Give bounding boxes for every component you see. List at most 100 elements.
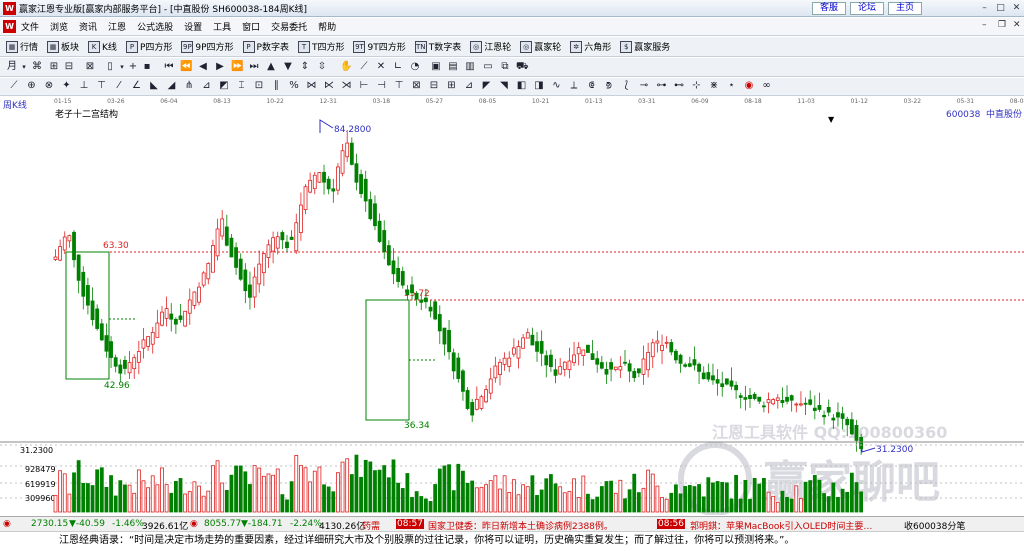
cycle-tool-37-icon[interactable]: ⊶ <box>656 80 668 92</box>
mdi-minimize-icon[interactable]: – <box>982 20 987 30</box>
toolbar-item-8[interactable]: TN T数字表 <box>414 40 461 53</box>
next-icon[interactable]: ▶ <box>214 61 226 73</box>
cycle-tool-3-icon[interactable]: ✦ <box>61 80 73 92</box>
cycle-tool-6-icon[interactable]: ⁄ <box>113 80 125 92</box>
prev-page-icon[interactable]: ⏪ <box>180 61 192 73</box>
zoom-out-icon[interactable]: ▪ <box>141 61 153 73</box>
cycle-tool-17-icon[interactable]: ⋈ <box>306 80 318 92</box>
cycle-tool-12-icon[interactable]: ◩ <box>218 80 230 92</box>
service-link[interactable]: 客服 <box>812 2 846 15</box>
draw-box-icon[interactable]: ▣ <box>430 61 442 73</box>
toolbar-item-10[interactable]: ◎ 赢家轮 <box>520 40 561 53</box>
cycle-tool-11-icon[interactable]: ⊿ <box>201 80 213 92</box>
hand-icon[interactable]: ✋ <box>340 61 352 73</box>
cycle-tool-43-icon[interactable]: ∞ <box>761 80 773 92</box>
draw-line-icon[interactable]: ⟋ <box>358 61 370 73</box>
toolbar-item-2[interactable]: K K线 <box>88 40 117 53</box>
cycle-tool-42-icon[interactable]: ◉ <box>743 80 755 92</box>
cycle-tool-33-icon[interactable]: ⟃ <box>586 80 598 92</box>
cycle-tool-27-icon[interactable]: ◤ <box>481 80 493 92</box>
cycle-tool-10-icon[interactable]: ⋔ <box>183 80 195 92</box>
monitor-icon[interactable]: ▭ <box>482 61 494 73</box>
cycle-tool-19-icon[interactable]: ⋊ <box>341 80 353 92</box>
first-icon[interactable]: ⏮ <box>163 61 175 73</box>
cycle-tool-0-icon[interactable]: ⟋ <box>8 80 20 92</box>
cycle-tool-13-icon[interactable]: ⌶ <box>236 80 248 92</box>
last-icon[interactable]: ⏭ <box>248 61 260 73</box>
candle-style-icon[interactable]: ⊟ <box>63 61 75 73</box>
cycle-tool-24-icon[interactable]: ⊟ <box>428 80 440 92</box>
cycle-tool-5-icon[interactable]: ⊤ <box>96 80 108 92</box>
menu-file[interactable]: 文件 <box>21 20 39 33</box>
cycle-tool-20-icon[interactable]: ⊢ <box>358 80 370 92</box>
minimize-icon[interactable]: – <box>979 3 990 14</box>
kline-chart[interactable]: 01-15 03-26 06-04 08-13 10-22 12-31 03-18 05-27… <box>0 97 1024 516</box>
hollow-candle-icon[interactable]: ⊠ <box>84 61 96 73</box>
cycle-tool-26-icon[interactable]: ⊿ <box>463 80 475 92</box>
calendar-icon[interactable]: ▤ <box>447 61 459 73</box>
cycle-tool-9-icon[interactable]: ◢ <box>166 80 178 92</box>
cycle-tool-1-icon[interactable]: ⊕ <box>26 80 38 92</box>
menu-settings[interactable]: 设置 <box>184 20 202 33</box>
cycle-tool-40-icon[interactable]: ⋇ <box>708 80 720 92</box>
toolbar-item-7[interactable]: 9T 9T四方形 <box>353 40 406 53</box>
cycle-tool-18-icon[interactable]: ⋉ <box>323 80 335 92</box>
cycle-tool-34-icon[interactable]: ⟄ <box>603 80 615 92</box>
zoom-in-icon[interactable]: + <box>127 61 139 73</box>
candle-icon[interactable]: ▯ <box>104 61 116 73</box>
cycle-tool-14-icon[interactable]: ⊡ <box>253 80 265 92</box>
sz-index[interactable]: 8055.77 <box>204 519 241 529</box>
news-1[interactable]: 药需 <box>362 519 380 531</box>
cycle-tool-16-icon[interactable]: % <box>288 80 300 92</box>
news-3[interactable]: 郭明錤：苹果MacBook引入OLED时间主要… <box>690 519 872 531</box>
down-icon[interactable]: ▼ <box>282 61 294 73</box>
cycle-tool-39-icon[interactable]: ⊹ <box>691 80 703 92</box>
bar-style-icon[interactable]: ⊞ <box>48 61 60 73</box>
cycle-tool-35-icon[interactable]: ⟅ <box>621 80 633 92</box>
draw-angle-icon[interactable]: ∟ <box>392 61 404 73</box>
menu-news[interactable]: 资讯 <box>79 20 97 33</box>
draw-cross-icon[interactable]: ✕ <box>375 61 387 73</box>
chart-type-icon[interactable]: ⌘ <box>31 61 43 73</box>
menu-formula[interactable]: 公式选股 <box>137 20 173 33</box>
indicator-dropdown-icon[interactable]: ▼ <box>828 115 835 124</box>
toolbar-item-4[interactable]: 9P 9P四方形 <box>181 40 234 53</box>
cycle-tool-25-icon[interactable]: ⊞ <box>446 80 458 92</box>
cycle-tool-4-icon[interactable]: ⊥ <box>78 80 90 92</box>
cycle-tool-7-icon[interactable]: ∠ <box>131 80 143 92</box>
toolbar-item-12[interactable]: $ 赢家服务 <box>620 40 670 53</box>
menu-trade[interactable]: 交易委托 <box>271 20 307 33</box>
toolbar-item-3[interactable]: P P四方形 <box>125 40 172 53</box>
period-select-icon[interactable]: 月 <box>6 61 18 73</box>
cycle-tool-38-icon[interactable]: ⊷ <box>673 80 685 92</box>
cycle-tool-28-icon[interactable]: ◥ <box>498 80 510 92</box>
menu-gann[interactable]: 江恩 <box>108 20 126 33</box>
next-page-icon[interactable]: ⏩ <box>231 61 243 73</box>
cycle-tool-29-icon[interactable]: ◧ <box>516 80 528 92</box>
mdi-restore-icon[interactable]: ❐ <box>998 20 1006 30</box>
notebook-icon[interactable]: ▥ <box>464 61 476 73</box>
cycle-tool-22-icon[interactable]: ⊤ <box>393 80 405 92</box>
menu-tools[interactable]: 工具 <box>213 20 231 33</box>
cycle-tool-23-icon[interactable]: ⊠ <box>411 80 423 92</box>
toolbar-item-1[interactable]: ▦ 板块 <box>47 40 79 53</box>
cycle-tool-2-icon[interactable]: ⊗ <box>43 80 55 92</box>
draw-arc-icon[interactable]: ◔ <box>409 61 421 73</box>
toolbar-item-9[interactable]: ◎ 江恩轮 <box>470 40 511 53</box>
sh-index[interactable]: 2730.15 <box>31 519 68 529</box>
cycle-tool-36-icon[interactable]: ⊸ <box>638 80 650 92</box>
toolbar-item-0[interactable]: ▦ 行情 <box>6 40 38 53</box>
chart-area[interactable]: 01-15 03-26 06-04 08-13 10-22 12-31 03-18 05-27… <box>0 97 1024 516</box>
cycle-tool-8-icon[interactable]: ◣ <box>148 80 160 92</box>
cycle-tool-15-icon[interactable]: ∥ <box>271 80 283 92</box>
cycle-tool-41-icon[interactable]: ⋆ <box>726 80 738 92</box>
cycle-tool-21-icon[interactable]: ⊣ <box>376 80 388 92</box>
menu-window[interactable]: 窗口 <box>242 20 260 33</box>
forum-link[interactable]: 论坛 <box>850 2 884 15</box>
menu-help[interactable]: 帮助 <box>318 20 336 33</box>
cycle-tool-32-icon[interactable]: ⟂ <box>568 80 580 92</box>
cycle-tool-31-icon[interactable]: ∿ <box>551 80 563 92</box>
toolbar-item-11[interactable]: ✲ 六角形 <box>570 40 611 53</box>
prev-icon[interactable]: ◀ <box>197 61 209 73</box>
maximize-icon[interactable]: □ <box>995 3 1006 14</box>
